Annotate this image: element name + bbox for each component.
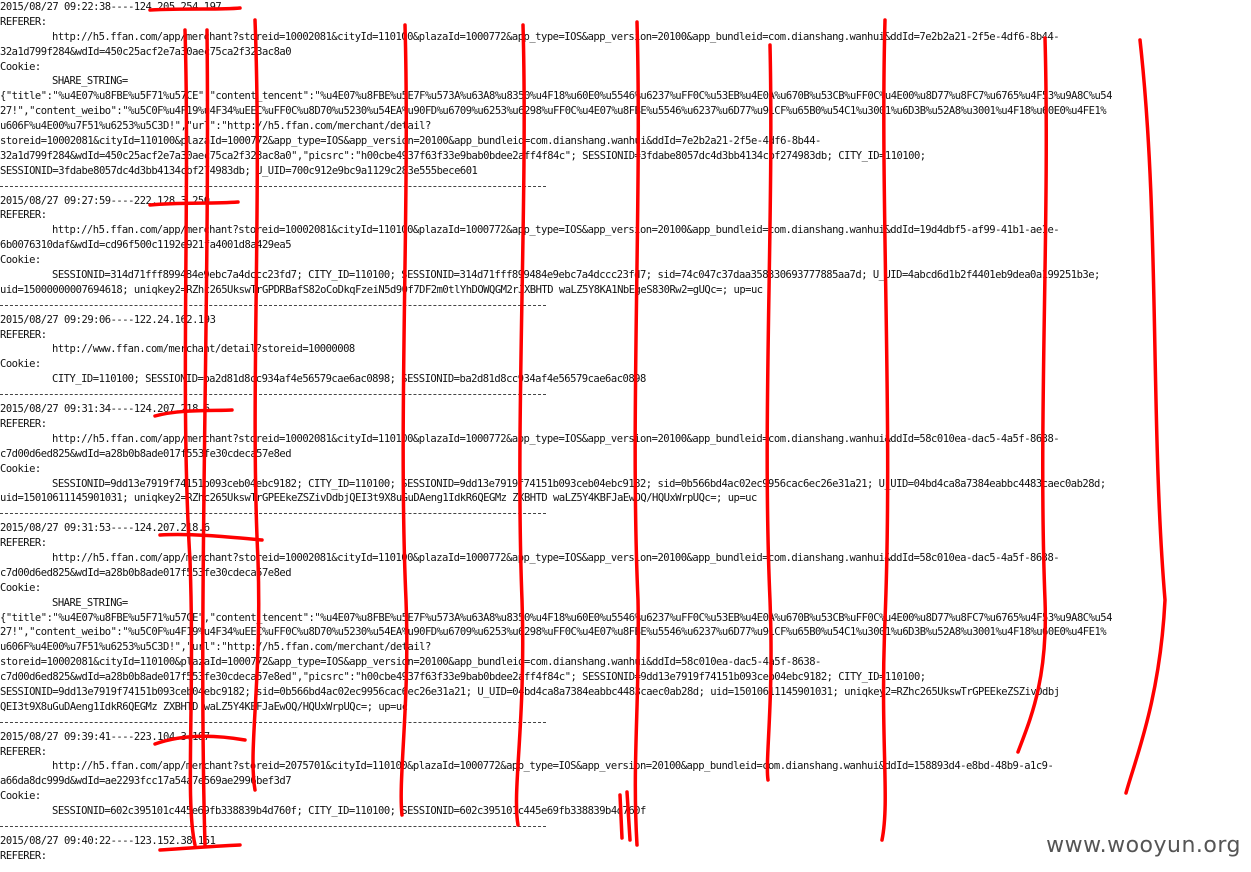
log-value: SHARE_STRING= xyxy=(52,596,128,609)
log-value-continued: storeid=10002081&cityId=110100&plazaId=1… xyxy=(0,135,821,148)
log-value-continued: SESSIONID=9dd13e7919f74151b093ceb04ebc91… xyxy=(0,685,1060,698)
log-header: REFERER: xyxy=(0,537,47,550)
wooyun-watermark: www.wooyun.org xyxy=(1046,833,1241,858)
log-value: http://h5.ffan.com/app/merchant?storeid=… xyxy=(52,30,1060,43)
separator-line xyxy=(0,819,1251,834)
log-value-continued: c7d00d6ed825&wdId=a28b0b8ade017f553fe30c… xyxy=(0,566,292,579)
log-value: http://www.ffan.com/merchant/detail?stor… xyxy=(52,343,355,356)
log-value-continued: {"title":"%u4E07%u8FBE%u5F71%u57CE","con… xyxy=(0,611,1112,624)
log-value: http://h5.ffan.com/app/merchant?storeid=… xyxy=(52,224,1060,237)
log-header: REFERER: xyxy=(0,209,47,222)
log-value-continued: QEI3t9X8uGuDAeng1IdkR6QEGMz ZXBHTD waLZ5… xyxy=(0,700,408,713)
log-header: Cookie: xyxy=(0,254,41,267)
log-value-continued: uid=15000000007694618; uniqkey2=RZhc265U… xyxy=(0,283,763,296)
log-viewer: 2015/08/27 09:22:38----124.205.254.197 RE… xyxy=(0,0,1251,864)
log-value: SHARE_STRING= xyxy=(52,75,128,88)
log-value-continued: {"title":"%u4E07%u8FBE%u5F71%u57CE","con… xyxy=(0,90,1112,103)
log-header: Cookie: xyxy=(0,462,41,475)
log-value-continued: u606F%u4E00%u7F51%u6253%u5C3D!","url":"h… xyxy=(0,641,431,654)
log-value-continued: c7d00d6ed825&wdId=a28b0b8ade017f553fe30c… xyxy=(0,671,926,684)
log-timestamp: 2015/08/27 09:31:53----124.207.218.6 xyxy=(0,522,210,535)
separator-line xyxy=(0,387,1251,402)
log-value: http://h5.ffan.com/app/merchant?storeid=… xyxy=(52,432,1060,445)
log-timestamp: 2015/08/27 09:39:41----223.104.3.187 xyxy=(0,730,210,743)
log-value: SESSIONID=9dd13e7919f74151b093ceb04ebc91… xyxy=(52,477,1106,490)
log-value: SESSIONID=314d71fff899484e9ebc7a4dccc23f… xyxy=(52,269,1100,282)
separator-line xyxy=(0,179,1251,194)
log-value-continued: uid=15010611145901031; uniqkey2=RZhc265U… xyxy=(0,492,757,505)
log-header: Cookie: xyxy=(0,358,41,371)
log-value-continued: SESSIONID=3fdabe8057dc4d3bb4134cbf274983… xyxy=(0,164,478,177)
log-value: http://h5.ffan.com/app/merchant?storeid=… xyxy=(52,760,1054,773)
log-value: SESSIONID=602c395101c445e69fb338839b4d76… xyxy=(52,805,646,818)
log-header: Cookie: xyxy=(0,581,41,594)
log-value-continued: 27!","content_weibo":"%u5C0F%u4F19%u4F34… xyxy=(0,105,1107,118)
log-header: Cookie: xyxy=(0,790,41,803)
log-value-continued: storeid=10002081&cityId=110100&plazaId=1… xyxy=(0,656,821,669)
log-value-continued: 32a1d799f284&wdId=450c25acf2e7a30aec75ca… xyxy=(0,45,292,58)
log-value-continued: a66da8dc999d&wdId=ae2293fcc17a54a7e569ae… xyxy=(0,775,292,788)
log-timestamp: 2015/08/27 09:22:38----124.205.254.197 xyxy=(0,1,222,13)
log-timestamp: 2015/08/27 09:27:59----222.128.3.250 xyxy=(0,194,210,207)
log-value: CITY_ID=110100; SESSIONID=ba2d81d8cc934a… xyxy=(52,373,646,386)
log-value-continued: u606F%u4E00%u7F51%u6253%u5C3D!","url":"h… xyxy=(0,120,431,133)
separator-line xyxy=(0,715,1251,730)
log-header: REFERER: xyxy=(0,745,47,758)
log-value: http://h5.ffan.com/app/merchant?storeid=… xyxy=(52,551,1060,564)
log-value-continued: 32a1d799f284&wdId=450c25acf2e7a30aec75ca… xyxy=(0,149,926,162)
separator-line xyxy=(0,298,1251,313)
log-header: Cookie: xyxy=(0,60,41,73)
log-header: REFERER: xyxy=(0,417,47,430)
log-timestamp: 2015/08/27 09:31:34----124.207.218.6 xyxy=(0,403,210,416)
log-timestamp: 2015/08/27 09:29:06----122.24.162.193 xyxy=(0,313,216,326)
log-header: REFERER: xyxy=(0,15,47,28)
log-header: REFERER: xyxy=(0,328,47,341)
log-value-continued: 27!","content_weibo":"%u5C0F%u4F19%u4F34… xyxy=(0,626,1107,639)
log-value-continued: 6b0076310daf&wdId=cd96f500c1192e921fa400… xyxy=(0,239,292,252)
separator-line xyxy=(0,506,1251,521)
log-value-continued: c7d00d6ed825&wdId=a28b0b8ade017f553fe30c… xyxy=(0,447,292,460)
